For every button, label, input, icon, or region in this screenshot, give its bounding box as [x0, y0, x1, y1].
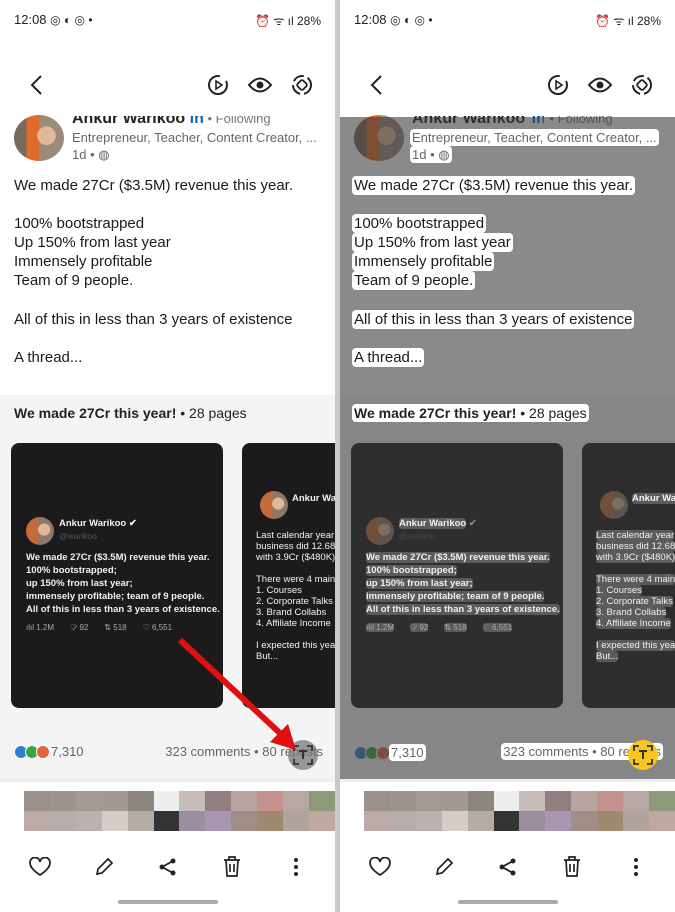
card-line: Last calendar year — [596, 530, 675, 541]
retweets-stat: ⇅ 518 — [444, 623, 467, 632]
edit-button[interactable] — [429, 852, 459, 882]
card-line: I expected this yea — [596, 640, 675, 651]
card-line: 1. Courses — [596, 585, 642, 596]
screenshot-text-selected: 12:08 ◎ ◐ ◎ • ⏰ ᯤ ıl 28% Ankur Warikoo i… — [340, 0, 675, 912]
edit-icon — [435, 857, 454, 876]
favorite-button[interactable] — [365, 852, 395, 882]
share-icon — [499, 858, 516, 876]
card-line: 2. Corporate Talks — [596, 596, 673, 607]
post-line: Team of 9 people. — [352, 271, 476, 290]
extract-text-button[interactable] — [628, 740, 658, 770]
eye-icon — [588, 77, 612, 93]
notification-icons: ◎ ◐ ◎ • — [390, 13, 433, 27]
card-line: 4. Affiliate Income — [596, 618, 671, 629]
play-button[interactable] — [543, 70, 573, 100]
card-line: But... — [596, 651, 619, 662]
views-stat: ılıl 1.2M — [366, 623, 395, 632]
reaction-count: 7,310 — [389, 744, 426, 761]
card-line: 3. Brand Collabs — [596, 607, 667, 618]
text-extract-icon — [633, 745, 653, 765]
more-button[interactable] — [621, 852, 651, 882]
post-line: 100% bootstrapped — [352, 214, 487, 233]
view-button[interactable] — [585, 70, 615, 100]
post-age: 1d • ◍ — [410, 146, 452, 163]
rotate-icon — [632, 75, 652, 95]
battery-level: 28% — [636, 14, 661, 28]
card-line: with 3.9Cr ($480K) — [596, 552, 675, 563]
back-icon — [370, 75, 382, 95]
play-icon — [548, 75, 568, 95]
clock: 12:08 — [354, 12, 387, 27]
globe-icon: ◍ — [438, 147, 450, 162]
post-line: All of this in less than 3 years of exis… — [352, 310, 635, 329]
annotation-arrow — [177, 637, 296, 750]
card-line: business did 12.68 — [596, 541, 675, 552]
pixelated-image — [364, 791, 675, 831]
heart-icon — [369, 857, 391, 877]
post-line: We made 27Cr ($3.5M) revenue this year. — [352, 176, 636, 195]
bottom-bar — [340, 852, 675, 882]
replies-stat: ♡̷ 92 — [410, 623, 429, 632]
home-indicator[interactable] — [458, 900, 558, 904]
author-headline: Entrepreneur, Teacher, Content Creator, … — [410, 129, 659, 146]
status-bar: 12:08 ◎ ◐ ◎ • ⏰ ᯤ ıl 28% — [354, 12, 661, 30]
delete-button[interactable] — [557, 852, 587, 882]
delete-icon — [564, 856, 580, 877]
back-button[interactable] — [361, 70, 391, 100]
document-title: We made 27Cr this year! • 28 pages — [352, 404, 589, 422]
status-icons: ⏰ ᯤ ıl — [595, 14, 637, 28]
post-line: A thread... — [352, 348, 425, 367]
card-line: There were 4 main — [596, 574, 675, 585]
more-icon — [634, 858, 638, 876]
share-button[interactable] — [493, 852, 523, 882]
post-line: Immensely profitable — [352, 252, 495, 271]
screenshot-original: 12:08 ◎ ◐ ◎ • ⏰ ᯤ ıl 28% Ankur Warikoo i… — [0, 0, 335, 912]
rotate-button[interactable] — [627, 70, 657, 100]
likes-stat: ♡ 6,551 — [482, 623, 513, 632]
toolbar — [340, 70, 675, 102]
post-line: Up 150% from last year — [352, 233, 513, 252]
